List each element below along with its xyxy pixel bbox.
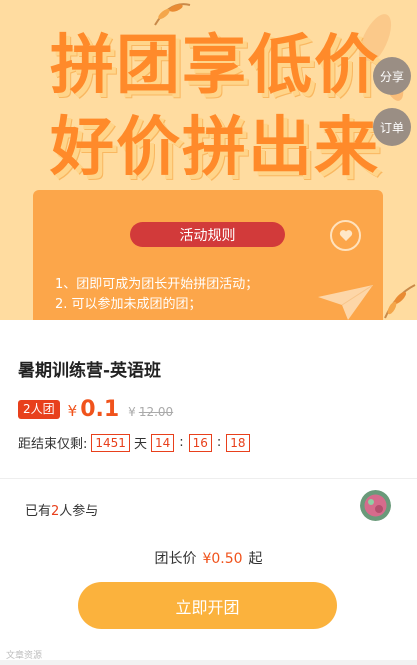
start-group-button[interactable]: 立即开团: [78, 582, 337, 629]
leader-price-label: 团长价: [154, 551, 197, 567]
leaf-decoration-icon: [384, 284, 416, 319]
headline-line1: 拼团享低价: [50, 29, 380, 103]
countdown-label: 距结束仅剩:: [18, 437, 88, 452]
time-separator: :: [216, 435, 222, 450]
divider: [0, 478, 417, 479]
share-button[interactable]: 分享: [373, 57, 411, 95]
currency-symbol: ¥: [67, 402, 78, 420]
rules-title[interactable]: 活动规则: [130, 222, 285, 247]
avatar[interactable]: [360, 490, 391, 521]
rule-item: 2. 可以参加未成团的团；: [55, 297, 202, 312]
original-currency-symbol: ¥: [128, 405, 136, 419]
countdown-seconds: 18: [226, 433, 250, 452]
orders-button[interactable]: 订单: [373, 108, 411, 146]
participants-text: 已有2人参与: [25, 500, 98, 519]
countdown-hours: 14: [150, 433, 175, 452]
paper-plane-icon: [318, 285, 373, 320]
price-row: 2人团 ¥ 0.1 ¥ 12.00: [18, 397, 173, 422]
group-price: 0.1: [80, 397, 120, 422]
countdown-days: 1451: [91, 433, 130, 452]
heart-icon[interactable]: [330, 220, 361, 251]
bottom-divider: [0, 660, 417, 665]
group-size-badge: 2人团: [18, 400, 60, 419]
leaf-decoration-icon: [154, 3, 191, 26]
time-separator: :: [179, 435, 184, 450]
product-title: 暑期训练营-英语班: [18, 361, 162, 381]
original-price: 12.00: [138, 405, 174, 419]
leader-price: ¥0.50: [202, 551, 243, 567]
headline-line2: 好价拼出来: [50, 111, 380, 185]
participants-suffix: 人参与: [59, 504, 99, 519]
promo-banner: 拼团享低价 好价拼出来 分享 订单 活动规则 1、团即可成为团长开始拼团活动； …: [0, 0, 417, 320]
days-label: 天: [133, 437, 147, 452]
rule-item: 1、团即可成为团长开始拼团活动；: [55, 277, 259, 292]
participants-prefix: 已有: [25, 504, 52, 519]
countdown-minutes: 16: [188, 433, 212, 452]
leader-price-suffix: 起: [248, 551, 263, 567]
rules-card: 活动规则 1、团即可成为团长开始拼团活动； 2. 可以参加未成团的团；: [33, 190, 383, 320]
leader-price-row: 团长价 ¥0.50 起: [0, 548, 417, 568]
countdown: 距结束仅剩: 1451 天 14 : 16 : 18: [18, 433, 254, 452]
group-info-panel: 暑期训练营-英语班 2人团 ¥ 0.1 ¥ 12.00 距结束仅剩: 1451 …: [0, 320, 417, 665]
